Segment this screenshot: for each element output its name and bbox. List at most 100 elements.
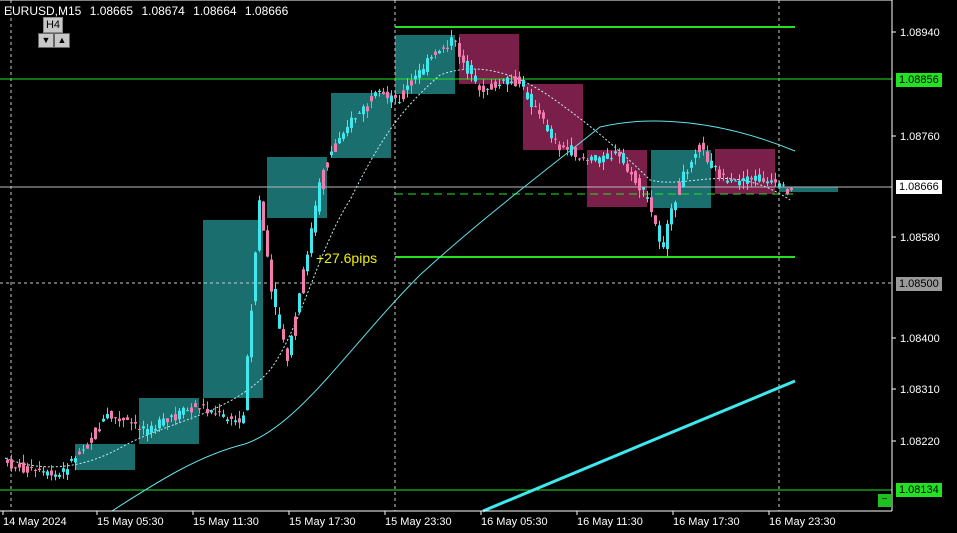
m15-candle-body	[722, 173, 725, 175]
m15-candle-body	[618, 152, 621, 157]
m15-candle-body	[222, 414, 225, 417]
m15-candle-body	[390, 95, 393, 103]
m15-candle-body	[742, 178, 745, 182]
m15-candle-body	[238, 418, 241, 423]
m15-candle-body	[58, 474, 61, 477]
m15-candle-body	[322, 169, 325, 190]
m15-candle-body	[574, 147, 577, 157]
m15-candle-body	[758, 174, 761, 182]
m15-candle-body	[150, 425, 153, 433]
time-tick-label: 16 May 11:30	[577, 516, 643, 528]
m15-candle-body	[746, 176, 749, 184]
time-tick-label: 16 May 05:30	[481, 516, 548, 528]
m15-candle-body	[694, 154, 697, 158]
m15-candle-body	[754, 175, 757, 181]
m15-candle-body	[18, 463, 21, 468]
m15-candle-body	[26, 466, 29, 473]
chart-canvas[interactable]: +27.6pips 1.08940 1.08760 1.08580 1.08400 1.…	[0, 0, 957, 533]
m15-candle-body	[466, 60, 469, 74]
m15-candle-body	[594, 155, 597, 161]
m15-candle-body	[358, 112, 361, 114]
m15-candle-body	[566, 147, 569, 150]
m15-candle-body	[658, 225, 661, 242]
price-tag-level-mid: 1.08500	[896, 277, 942, 291]
m15-candle-body	[394, 94, 397, 98]
price-tick-label: 1.08580	[900, 232, 940, 244]
m15-candle-body	[586, 159, 589, 161]
m15-candle-body	[218, 411, 221, 413]
m15-candle-body	[634, 171, 637, 184]
price-tag-level-upper: 1.08856	[896, 73, 942, 87]
m15-candle-body	[382, 91, 385, 95]
m15-candle-body	[330, 151, 333, 156]
time-tick-label: 16 May 17:30	[673, 516, 740, 528]
m15-candle-body	[406, 85, 409, 90]
m15-candle-body	[570, 145, 573, 156]
m15-candle-body	[486, 88, 489, 90]
m15-candle-body	[538, 110, 541, 115]
m15-candle-body	[622, 153, 625, 164]
m15-candle-body	[46, 471, 49, 476]
m15-candle-body	[338, 138, 341, 144]
m15-candle-body	[346, 126, 349, 134]
m15-candle-body	[286, 348, 289, 361]
time-tick-label: 16 May 23:30	[769, 516, 836, 528]
m15-candle-body	[762, 178, 765, 182]
m15-candle-body	[790, 188, 793, 191]
m15-candle-body	[438, 51, 441, 54]
m15-candle-body	[154, 428, 157, 431]
m15-candle-body	[522, 79, 525, 87]
m15-candle-body	[94, 427, 97, 440]
m15-candle-body	[558, 144, 561, 151]
m15-candle-body	[422, 68, 425, 75]
m15-candle-body	[214, 413, 217, 415]
m15-candle-body	[202, 404, 205, 406]
m15-candle-body	[502, 79, 505, 81]
chart-shift-button[interactable]: −	[878, 494, 891, 507]
m15-candle-body	[642, 187, 645, 190]
m15-candle-body	[770, 180, 773, 183]
m15-candle-body	[706, 151, 709, 163]
m15-candle-body	[22, 462, 25, 473]
timeframe-up-button[interactable]: ▲	[54, 33, 70, 48]
m15-candle-body	[458, 42, 461, 57]
timeframe-down-button[interactable]: ▼	[38, 33, 54, 48]
m15-candle-body	[478, 85, 481, 91]
m15-candle-body	[234, 420, 237, 423]
m15-candle-body	[386, 91, 389, 99]
m15-candle-body	[258, 200, 261, 251]
m15-candle-body	[30, 467, 33, 469]
m15-candle-body	[734, 180, 737, 182]
price-tick-label: 1.08940	[900, 27, 940, 39]
m15-candle-body	[498, 84, 501, 87]
m15-candle-body	[718, 169, 721, 179]
m15-candle-body	[70, 458, 73, 461]
m15-candle-body	[518, 76, 521, 85]
m15-candle-body	[654, 215, 657, 225]
m15-candle-body	[454, 40, 457, 42]
m15-candle-body	[546, 124, 549, 132]
m15-candle-body	[318, 182, 321, 212]
m15-candle-body	[426, 58, 429, 72]
price-tag-current: 1.08666	[896, 180, 942, 194]
m15-candle-body	[626, 163, 629, 172]
m15-candle-body	[442, 47, 445, 49]
m15-candle-body	[666, 223, 669, 250]
m15-candle-body	[410, 80, 413, 86]
m15-candle-body	[678, 182, 681, 195]
m15-candle-body	[14, 467, 17, 469]
m15-candle-body	[86, 444, 89, 449]
m15-candle-body	[230, 416, 233, 420]
m15-candle-body	[670, 208, 673, 225]
m15-candle-body	[66, 469, 69, 475]
m15-candle-body	[494, 81, 497, 88]
m15-candle-body	[398, 102, 401, 104]
m15-candle-body	[562, 145, 565, 148]
m15-candle-body	[650, 197, 653, 213]
m15-candle-body	[614, 151, 617, 154]
m15-candle-body	[514, 76, 517, 87]
m15-candle-body	[510, 81, 513, 84]
price-tick-label: 1.08760	[900, 131, 940, 143]
m15-candle-body	[686, 172, 689, 174]
m15-candle-body	[298, 293, 301, 313]
